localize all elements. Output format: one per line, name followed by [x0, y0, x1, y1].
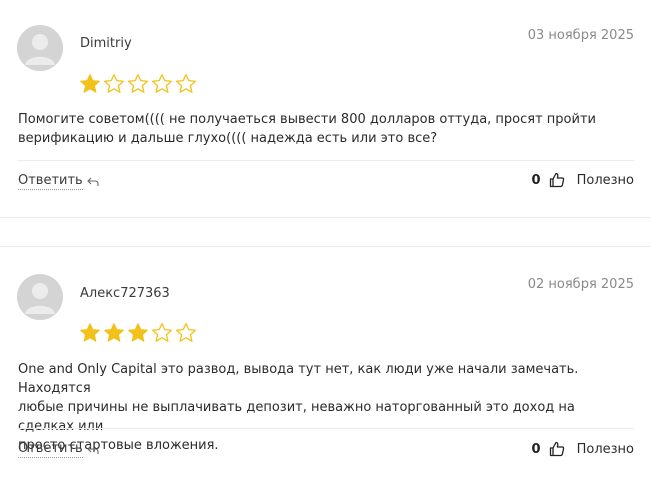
- reply-button[interactable]: Ответить: [18, 173, 99, 190]
- star-empty-icon: [175, 322, 197, 342]
- reply-button[interactable]: Ответить: [18, 441, 99, 458]
- thumbs-up-icon[interactable]: [549, 172, 565, 188]
- star-filled-icon: [128, 323, 148, 342]
- review-date: 03 ноября 2025: [527, 28, 634, 43]
- reply-arrow-icon: [86, 445, 99, 454]
- star-filled-icon: [80, 74, 100, 93]
- thumbs-up-icon[interactable]: [549, 441, 565, 457]
- review-text-line: One and Only Capital это развод, вывода …: [18, 362, 579, 396]
- review-author: Алекс727363: [80, 286, 170, 301]
- star-empty-icon: [175, 73, 197, 93]
- review-text: One and Only Capital это развод, вывода …: [18, 360, 618, 455]
- star-empty-icon: [151, 73, 173, 93]
- vote-count: 0: [531, 172, 541, 188]
- star-filled-icon: [104, 323, 124, 342]
- review-card: Алекс727363 02 ноября 2025 One and Only …: [0, 246, 651, 480]
- avatar: [17, 25, 63, 71]
- avatar: [17, 274, 63, 320]
- reply-arrow-icon: [86, 177, 99, 186]
- divider: [17, 428, 634, 429]
- user-avatar-icon: [17, 274, 63, 320]
- reply-label: Ответить: [18, 441, 83, 458]
- review-text-line: любые причины не выплачивать депозит, не…: [18, 400, 575, 434]
- star-rating: [79, 73, 197, 95]
- star-empty-icon: [151, 322, 173, 342]
- review-text-line: Помогите советом(((( не получаеться выве…: [18, 112, 596, 127]
- vote-block: 0 Полезно: [532, 172, 634, 188]
- useful-button[interactable]: Полезно: [577, 173, 634, 188]
- user-avatar-icon: [17, 25, 63, 71]
- useful-button[interactable]: Полезно: [577, 442, 634, 457]
- star-empty-icon: [127, 73, 149, 93]
- vote-block: 0 Полезно: [532, 441, 634, 457]
- review-card: Dimitriy 03 ноября 2025 Помогите советом…: [0, 0, 651, 218]
- divider: [17, 160, 634, 161]
- review-author: Dimitriy: [80, 36, 132, 51]
- review-text: Помогите советом(((( не получаеться выве…: [18, 110, 618, 148]
- star-rating: [79, 322, 197, 344]
- review-text-line: просто стартовые вложения.: [18, 438, 219, 453]
- vote-count: 0: [531, 441, 541, 457]
- review-date: 02 ноября 2025: [527, 277, 634, 292]
- reply-label: Ответить: [18, 173, 83, 190]
- star-filled-icon: [80, 323, 100, 342]
- review-text-line: верификацию и дальше глухо(((( надежда е…: [18, 131, 438, 146]
- star-empty-icon: [103, 73, 125, 93]
